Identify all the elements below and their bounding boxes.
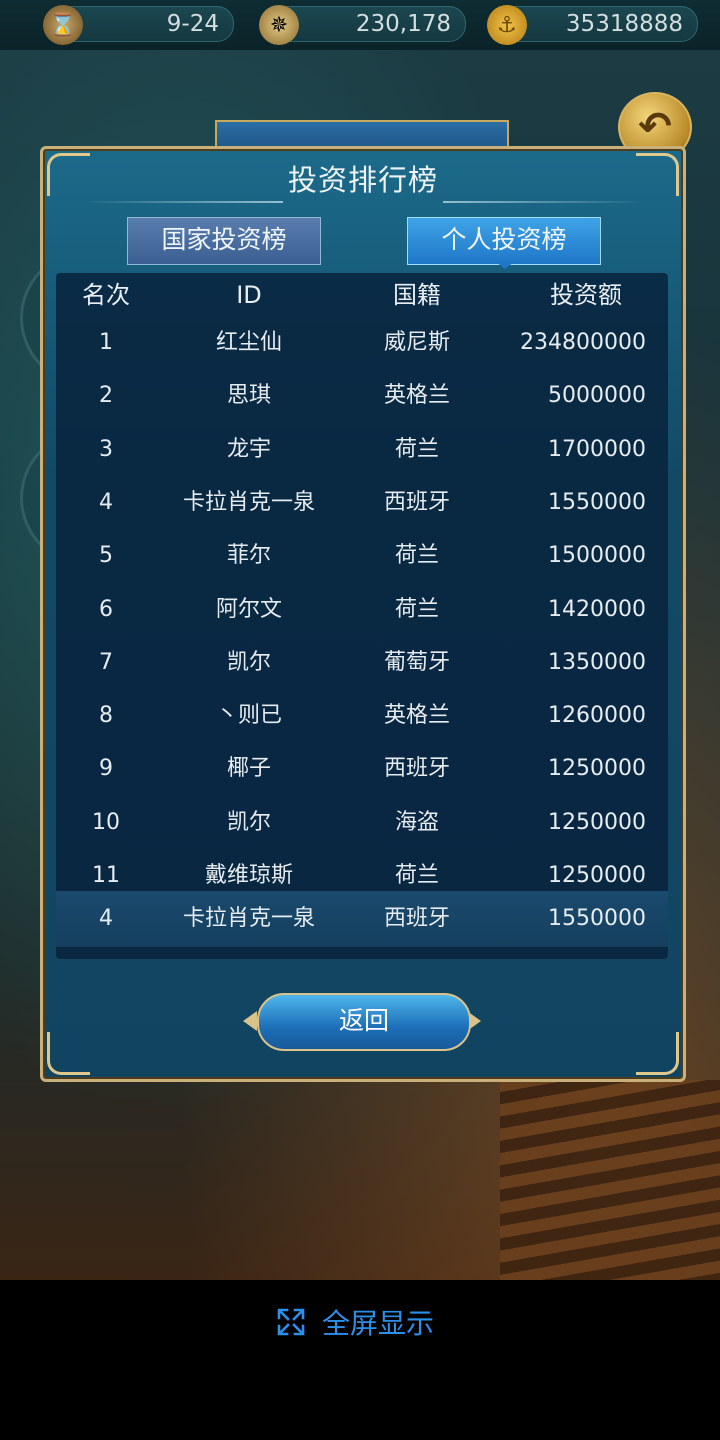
date-value: 9-24 xyxy=(166,11,219,37)
cell-amount: 1250000 xyxy=(548,756,646,782)
column-header-nationality: 国籍 xyxy=(393,281,441,309)
cell-rank: 5 xyxy=(99,543,113,569)
my-rank: 4 xyxy=(99,906,113,931)
dialog-title: 投资排行榜 xyxy=(287,163,438,197)
table-row: 6 阿尔文 荷兰 1420000 xyxy=(56,583,668,636)
hourglass-icon: ⌛ xyxy=(43,5,83,45)
tab-country-ranking[interactable]: 国家投资榜 xyxy=(127,217,321,265)
my-amount: 1550000 xyxy=(548,906,646,931)
cell-amount: 1350000 xyxy=(548,649,646,675)
date-display: ⌛ 9-24 xyxy=(43,5,234,45)
my-nationality: 西班牙 xyxy=(383,906,450,931)
expand-icon xyxy=(277,1308,305,1336)
cell-id: 凯尔 xyxy=(226,809,271,835)
compass-value: 230,178 xyxy=(355,11,451,37)
active-tab-indicator xyxy=(495,261,515,269)
cell-rank: 1 xyxy=(99,330,113,355)
cell-nationality: 英格兰 xyxy=(383,703,450,729)
tab-personal-ranking[interactable]: 个人投资榜 xyxy=(407,217,601,265)
table-row: 4 卡拉肖克一泉 西班牙 1550000 xyxy=(56,476,668,529)
back-button[interactable]: 返回 xyxy=(243,987,481,1053)
table-row: 9 椰子 西班牙 1250000 xyxy=(56,742,668,795)
frame-corner xyxy=(636,1032,679,1075)
cell-nationality: 葡萄牙 xyxy=(383,649,450,675)
cell-nationality: 西班牙 xyxy=(383,756,450,782)
cell-rank: 2 xyxy=(99,383,113,409)
cell-amount: 1700000 xyxy=(548,436,646,462)
button-ornament xyxy=(243,1011,257,1031)
cell-amount: 1420000 xyxy=(548,596,646,622)
frame-corner xyxy=(47,1032,90,1075)
table-row: 1 红尘仙 威尼斯 234800000 xyxy=(56,316,668,369)
cell-amount: 1260000 xyxy=(548,703,646,729)
cell-id: 菲尔 xyxy=(226,543,271,569)
cell-nationality: 海盗 xyxy=(394,809,439,835)
cell-id: 卡拉肖克一泉 xyxy=(182,489,315,515)
title-divider xyxy=(443,201,643,203)
cell-id: 椰子 xyxy=(226,756,271,782)
cell-rank: 3 xyxy=(99,436,113,462)
cell-nationality: 英格兰 xyxy=(383,383,450,409)
bg-staircase xyxy=(500,1080,720,1280)
cell-rank: 9 xyxy=(99,756,113,782)
cell-amount: 1250000 xyxy=(548,809,646,835)
resource-bar: ⌛ 9-24 ✵ 230,178 ⚓ 35318888 xyxy=(0,0,720,50)
title-divider xyxy=(83,201,283,203)
cell-id: 阿尔文 xyxy=(215,596,282,622)
cell-nationality: 威尼斯 xyxy=(383,330,450,355)
cell-id: 龙宇 xyxy=(226,436,271,462)
column-header-amount: 投资额 xyxy=(550,281,622,309)
investment-ranking-dialog: 投资排行榜 国家投资榜 个人投资榜 名次 ID 国籍 投资额 1 红尘仙 威尼斯 23… xyxy=(40,146,686,1082)
cell-nationality: 西班牙 xyxy=(383,489,450,515)
compass-icon: ✵ xyxy=(259,5,299,45)
cell-nationality: 荷兰 xyxy=(394,596,439,622)
cell-rank: 7 xyxy=(99,649,113,675)
table-row: 5 菲尔 荷兰 1500000 xyxy=(56,529,668,582)
ranking-table: 名次 ID 国籍 投资额 1 红尘仙 威尼斯 234800000 2 思琪 英格兰 50000… xyxy=(56,273,668,959)
column-header-rank: 名次 xyxy=(82,281,130,309)
cell-rank: 6 xyxy=(99,596,113,622)
my-rank-row: 4 卡拉肖克一泉 西班牙 1550000 xyxy=(56,891,668,947)
cell-id: 丶则已 xyxy=(215,703,282,729)
table-row: 3 龙宇 荷兰 1700000 xyxy=(56,423,668,476)
fullscreen-button[interactable]: 全屏显示 xyxy=(276,1302,434,1342)
table-row: 2 思琪 英格兰 5000000 xyxy=(56,369,668,422)
cell-id: 红尘仙 xyxy=(215,330,282,355)
my-id: 卡拉肖克一泉 xyxy=(182,906,315,931)
gold-resource: ⚓ 35318888 xyxy=(487,5,698,45)
gold-value: 35318888 xyxy=(565,11,683,37)
cell-amount: 1500000 xyxy=(548,543,646,569)
cell-rank: 8 xyxy=(99,703,113,729)
cell-id: 凯尔 xyxy=(226,649,271,675)
fullscreen-bar: 全屏显示 xyxy=(0,1280,720,1440)
column-header-id: ID xyxy=(236,281,262,309)
fullscreen-label: 全屏显示 xyxy=(322,1307,435,1340)
anchor-coin-icon: ⚓ xyxy=(487,5,527,45)
table-row: 7 凯尔 葡萄牙 1350000 xyxy=(56,636,668,689)
compass-resource: ✵ 230,178 xyxy=(259,5,466,45)
cell-amount: 1550000 xyxy=(548,489,646,515)
table-row: 10 凯尔 海盗 1250000 xyxy=(56,796,668,849)
table-row: 8 丶则已 英格兰 1260000 xyxy=(56,689,668,742)
cell-rank: 10 xyxy=(92,809,120,835)
game-background: ⌛ 9-24 ✵ 230,178 ⚓ 35318888 ↶ 投资排行榜 国家投资… xyxy=(0,0,720,1280)
cell-rank: 4 xyxy=(99,489,113,515)
back-button-label[interactable]: 返回 xyxy=(257,993,471,1051)
cell-nationality: 荷兰 xyxy=(394,436,439,462)
cell-id: 思琪 xyxy=(226,383,271,409)
cell-amount: 5000000 xyxy=(548,383,646,409)
cell-amount: 234800000 xyxy=(520,330,646,355)
cell-nationality: 荷兰 xyxy=(394,543,439,569)
